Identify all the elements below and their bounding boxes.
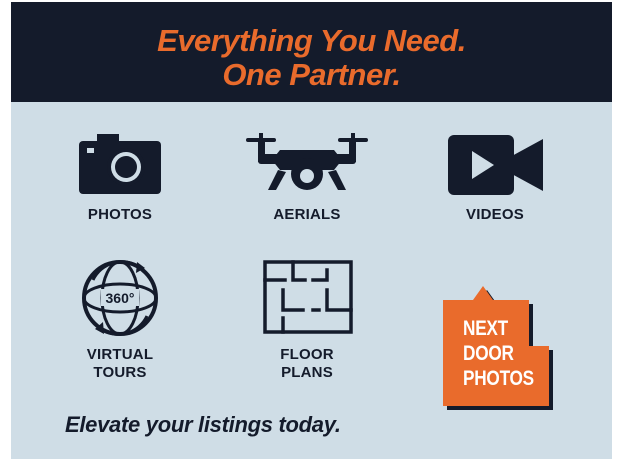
camera-icon bbox=[79, 134, 161, 194]
promo-panel: Everything You Need. One Partner. PHOTOS… bbox=[11, 2, 612, 459]
service-label-aerials: AERIALS bbox=[273, 206, 341, 223]
headline-line-2: One Partner. bbox=[222, 57, 401, 92]
logo-text-line-2: DOOR bbox=[463, 342, 514, 365]
headline-line-1: Everything You Need. bbox=[157, 23, 466, 58]
service-label-floor-plans-line-1: FLOOR bbox=[280, 346, 334, 363]
drone-icon bbox=[246, 133, 368, 190]
header-banner: Everything You Need. One Partner. bbox=[11, 2, 612, 102]
360-tour-icon: 360° bbox=[82, 260, 158, 336]
360-icon-text: 360° bbox=[106, 290, 135, 306]
service-label-videos: VIDEOS bbox=[466, 206, 524, 223]
service-label-floor-plans: FLOOR PLANS bbox=[257, 346, 357, 382]
tagline: Elevate your listings today. bbox=[65, 412, 341, 437]
floor-plan-icon bbox=[263, 260, 353, 334]
video-camera-icon bbox=[448, 135, 543, 195]
service-label-virtual-tours: VIRTUAL TOURS bbox=[69, 346, 171, 382]
logo-text-line-3: PHOTOS bbox=[463, 367, 534, 390]
service-label-virtual-tours-line-2: TOURS bbox=[93, 364, 147, 381]
logo-text: NEXT DOOR PHOTOS bbox=[463, 316, 534, 391]
service-label-virtual-tours-line-1: VIRTUAL bbox=[86, 346, 154, 363]
service-label-photos: PHOTOS bbox=[87, 206, 153, 223]
logo-text-line-1: NEXT bbox=[463, 317, 508, 340]
service-label-floor-plans-line-2: PLANS bbox=[281, 364, 333, 381]
